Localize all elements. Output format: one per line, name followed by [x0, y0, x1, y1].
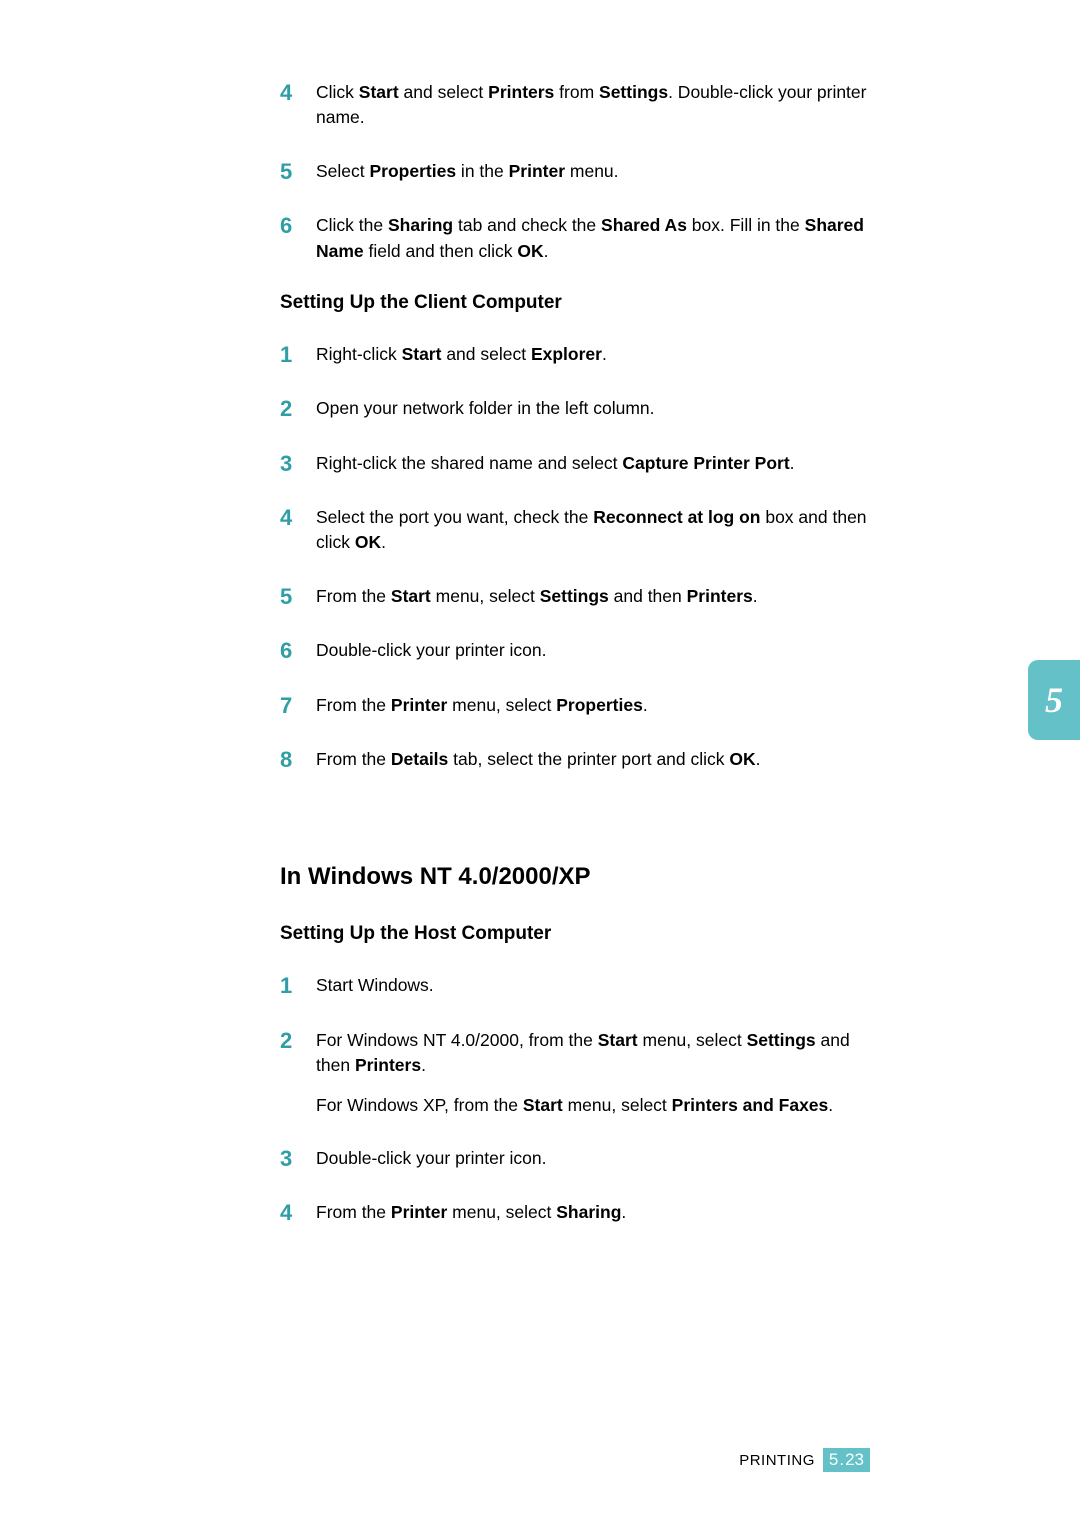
host-step-number: 1 — [280, 973, 316, 999]
top-steps-list: 4Click Start and select Printers from Se… — [280, 80, 870, 264]
client-step-body: Double-click your printer icon. — [316, 638, 547, 663]
top-step: 6Click the Sharing tab and check the Sha… — [280, 213, 870, 264]
host-subheading: Setting Up the Host Computer — [280, 923, 870, 945]
page-dot: . — [839, 1450, 844, 1470]
client-step: 6Double-click your printer icon. — [280, 638, 870, 664]
client-step-number: 8 — [280, 747, 316, 773]
client-step-number: 7 — [280, 693, 316, 719]
client-step-number: 4 — [280, 505, 316, 531]
page-content: 4Click Start and select Printers from Se… — [0, 0, 1080, 1227]
page-number-badge: 5.23 — [823, 1448, 870, 1472]
client-step: 8From the Details tab, select the printe… — [280, 747, 870, 773]
top-step-body: Click the Sharing tab and check the Shar… — [316, 213, 870, 264]
host-step: 3Double-click your printer icon. — [280, 1146, 870, 1172]
host-step-number: 2 — [280, 1028, 316, 1054]
page-number: 23 — [845, 1450, 864, 1470]
top-step-number: 5 — [280, 159, 316, 185]
client-step-body: From the Details tab, select the printer… — [316, 747, 761, 772]
host-step: 1Start Windows. — [280, 973, 870, 999]
top-step-body: Click Start and select Printers from Set… — [316, 80, 870, 131]
client-steps-list: 1Right-click Start and select Explorer. 2… — [280, 342, 870, 773]
host-step: 4From the Printer menu, select Sharing. — [280, 1200, 870, 1226]
host-step-body: From the Printer menu, select Sharing. — [316, 1200, 626, 1225]
client-step-body: Open your network folder in the left col… — [316, 396, 655, 421]
client-step-body: Right-click the shared name and select C… — [316, 451, 795, 476]
client-step-body: From the Printer menu, select Properties… — [316, 693, 648, 718]
client-step-number: 3 — [280, 451, 316, 477]
client-step-number: 5 — [280, 584, 316, 610]
client-step-body: Select the port you want, check the Reco… — [316, 505, 870, 556]
client-step: 7From the Printer menu, select Propertie… — [280, 693, 870, 719]
client-step: 5From the Start menu, select Settings an… — [280, 584, 870, 610]
page-footer: PRINTING 5.23 — [739, 1448, 870, 1472]
client-step-body: Right-click Start and select Explorer. — [316, 342, 607, 367]
client-step-number: 1 — [280, 342, 316, 368]
top-step-number: 6 — [280, 213, 316, 239]
host-step-body: For Windows NT 4.0/2000, from the Start … — [316, 1028, 870, 1118]
top-step: 5Select Properties in the Printer menu. — [280, 159, 870, 185]
host-step-number: 3 — [280, 1146, 316, 1172]
client-subheading: Setting Up the Client Computer — [280, 292, 870, 314]
host-step: 2For Windows NT 4.0/2000, from the Start… — [280, 1028, 870, 1118]
host-step-body: Start Windows. — [316, 973, 434, 998]
footer-section-label: PRINTING — [739, 1452, 815, 1469]
host-step-number: 4 — [280, 1200, 316, 1226]
chapter-tab: 5 — [1028, 660, 1080, 740]
client-step-number: 2 — [280, 396, 316, 422]
client-step-number: 6 — [280, 638, 316, 664]
top-step-number: 4 — [280, 80, 316, 106]
client-step-body: From the Start menu, select Settings and… — [316, 584, 758, 609]
host-steps-list: 1Start Windows. 2For Windows NT 4.0/2000,… — [280, 973, 870, 1226]
top-step-body: Select Properties in the Printer menu. — [316, 159, 619, 184]
client-step: 2Open your network folder in the left co… — [280, 396, 870, 422]
client-step: 4Select the port you want, check the Rec… — [280, 505, 870, 556]
section-heading: In Windows NT 4.0/2000/XP — [280, 863, 870, 891]
host-step-body: Double-click your printer icon. — [316, 1146, 547, 1171]
page-chapter: 5 — [829, 1450, 838, 1470]
client-step: 3Right-click the shared name and select … — [280, 451, 870, 477]
client-step: 1Right-click Start and select Explorer. — [280, 342, 870, 368]
top-step: 4Click Start and select Printers from Se… — [280, 80, 870, 131]
